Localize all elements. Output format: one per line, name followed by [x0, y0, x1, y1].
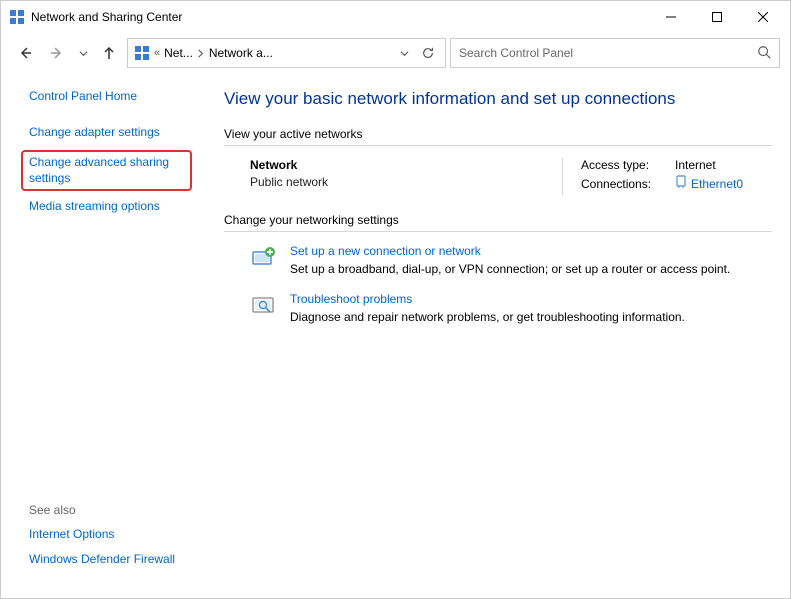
new-connection-desc: Set up a broadband, dial-up, or VPN conn…: [290, 262, 730, 276]
breadcrumb-seg-1[interactable]: Net...: [164, 46, 205, 60]
window-title: Network and Sharing Center: [31, 10, 182, 24]
divider: [224, 145, 772, 146]
sidebar: Control Panel Home Change adapter settin…: [1, 73, 206, 598]
search-input[interactable]: [459, 46, 757, 60]
main: Control Panel Home Change adapter settin…: [1, 73, 790, 598]
network-type: Public network: [250, 175, 562, 189]
breadcrumb-seg-2[interactable]: Network a...: [209, 46, 273, 60]
divider: [224, 231, 772, 232]
control-panel-home[interactable]: Control Panel Home: [29, 89, 192, 105]
see-also-label: See also: [29, 503, 192, 517]
new-connection-icon: [250, 244, 278, 272]
active-network-block: Network Public network Access type: Inte…: [250, 158, 772, 195]
up-button[interactable]: [95, 39, 123, 67]
troubleshoot-icon: [250, 292, 278, 320]
change-settings-heading: Change your networking settings: [224, 213, 772, 227]
back-button[interactable]: [11, 39, 39, 67]
search-icon[interactable]: [757, 45, 771, 62]
connection-name: Ethernet0: [691, 177, 743, 191]
navbar: « Net... Network a...: [1, 33, 790, 73]
sidebar-item-media-streaming[interactable]: Media streaming options: [29, 199, 192, 215]
sidebar-item-advanced-sharing[interactable]: Change advanced sharing settings: [29, 155, 184, 186]
address-dropdown[interactable]: [395, 39, 413, 67]
titlebar: Network and Sharing Center: [1, 1, 790, 33]
sidebar-item-defender-firewall[interactable]: Windows Defender Firewall: [29, 552, 192, 568]
recent-dropdown[interactable]: [75, 39, 91, 67]
address-bar[interactable]: « Net... Network a...: [127, 38, 446, 68]
chevron-right-icon: [196, 49, 205, 58]
content: View your basic network information and …: [206, 73, 790, 598]
connection-link[interactable]: Ethernet0: [675, 175, 743, 192]
refresh-button[interactable]: [417, 39, 439, 67]
sidebar-item-adapter-settings[interactable]: Change adapter settings: [29, 125, 192, 141]
sidebar-item-advanced-sharing-highlight: Change advanced sharing settings: [21, 150, 192, 191]
page-title: View your basic network information and …: [224, 89, 772, 109]
search-bar[interactable]: [450, 38, 780, 68]
access-type-label: Access type:: [581, 158, 661, 172]
action-troubleshoot: Troubleshoot problems Diagnose and repai…: [250, 292, 772, 324]
forward-button[interactable]: [43, 39, 71, 67]
connections-label: Connections:: [581, 177, 661, 191]
active-networks-heading: View your active networks: [224, 127, 772, 141]
close-button[interactable]: [740, 2, 786, 32]
breadcrumb-label: Network a...: [209, 46, 273, 60]
ethernet-icon: [675, 175, 687, 192]
network-sharing-icon: [9, 9, 25, 25]
breadcrumb-label: Net...: [164, 46, 193, 60]
network-name: Network: [250, 158, 562, 172]
location-icon: [134, 45, 150, 61]
breadcrumb-prev-chevron[interactable]: «: [154, 47, 160, 59]
sidebar-item-internet-options[interactable]: Internet Options: [29, 527, 192, 543]
maximize-button[interactable]: [694, 2, 740, 32]
troubleshoot-desc: Diagnose and repair network problems, or…: [290, 310, 685, 324]
minimize-button[interactable]: [648, 2, 694, 32]
new-connection-link[interactable]: Set up a new connection or network: [290, 244, 730, 258]
access-type-value: Internet: [675, 158, 716, 172]
troubleshoot-link[interactable]: Troubleshoot problems: [290, 292, 685, 306]
action-new-connection: Set up a new connection or network Set u…: [250, 244, 772, 276]
